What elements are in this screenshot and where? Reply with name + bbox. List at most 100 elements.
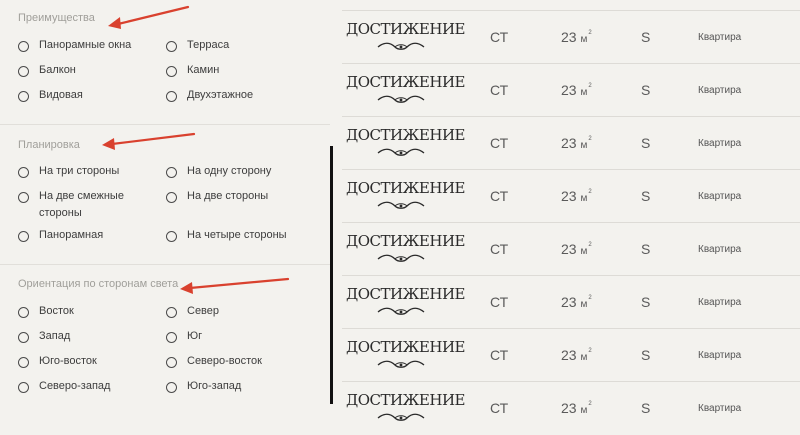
option-panoramic[interactable]: Панорамная (18, 229, 104, 244)
radio-icon[interactable] (166, 167, 177, 178)
option-view[interactable]: Видовая (18, 89, 83, 104)
option-fireplace[interactable]: Камин (166, 64, 220, 79)
radio-icon[interactable] (166, 231, 177, 242)
option-south-west[interactable]: Юго-запад (166, 380, 241, 395)
apartment-area: 23 м2 (561, 347, 592, 363)
listing-row[interactable]: ДОСТИЖЕНИЕ СТ 23 м2 S Квартира (342, 222, 800, 276)
option-two-level[interactable]: Двухэтажное (166, 89, 254, 104)
option-four-sides[interactable]: На четыре стороны (166, 229, 287, 244)
option-two-adjacent-sides[interactable]: На две смежные стороны (18, 190, 143, 222)
option-label: Терраса (187, 39, 230, 51)
option-south-east[interactable]: Юго-восток (18, 355, 97, 370)
option-west[interactable]: Запад (18, 330, 70, 345)
option-terrace[interactable]: Терраса (166, 39, 230, 54)
option-label: Панорамные окна (39, 39, 132, 51)
area-value: 23 (561, 347, 577, 363)
apartment-size-class: S (641, 82, 651, 98)
area-unit-sup: 2 (588, 295, 592, 302)
group-divider (0, 124, 330, 125)
radio-icon[interactable] (166, 332, 177, 343)
developer-logo: ДОСТИЖЕНИЕ (346, 126, 465, 162)
radio-icon[interactable] (18, 332, 29, 343)
listing-row[interactable]: ДОСТИЖЕНИЕ СТ 23 м2 S Квартира (342, 10, 800, 64)
radio-icon[interactable] (166, 192, 177, 203)
area-value: 23 (561, 82, 577, 98)
radio-icon[interactable] (18, 307, 29, 318)
option-label: Панорамная (39, 229, 104, 241)
logo-text: ДОСТИЖЕНИЕ (346, 338, 465, 356)
option-one-side[interactable]: На одну сторону (166, 165, 271, 180)
area-unit: м (580, 34, 588, 45)
logo-text: ДОСТИЖЕНИЕ (346, 126, 465, 144)
group-title-orientation: Ориентация по сторонам света (18, 278, 179, 290)
listing-row[interactable]: ДОСТИЖЕНИЕ СТ 23 м2 S Квартира (342, 381, 800, 435)
radio-icon[interactable] (18, 66, 29, 77)
annotation-arrow-icon (102, 132, 196, 150)
apartment-size-class: S (641, 294, 651, 310)
area-value: 23 (561, 29, 577, 45)
radio-icon[interactable] (18, 192, 29, 203)
apartment-area: 23 м2 (561, 400, 592, 416)
listing-row[interactable]: ДОСТИЖЕНИЕ СТ 23 м2 S Квартира (342, 169, 800, 223)
logo-text: ДОСТИЖЕНИЕ (346, 232, 465, 250)
developer-logo: ДОСТИЖЕНИЕ (346, 285, 465, 321)
group-title-layout: Планировка (18, 139, 80, 151)
radio-icon[interactable] (18, 91, 29, 102)
radio-icon[interactable] (166, 91, 177, 102)
apartment-type: Квартира (698, 138, 742, 149)
ornament-icon (377, 254, 425, 262)
radio-icon[interactable] (166, 357, 177, 368)
developer-logo: ДОСТИЖЕНИЕ (346, 179, 465, 215)
radio-icon[interactable] (18, 231, 29, 242)
developer-logo: ДОСТИЖЕНИЕ (346, 20, 465, 56)
listing-row[interactable]: ДОСТИЖЕНИЕ СТ 23 м2 S Квартира (342, 116, 800, 170)
option-label: Северо-запад (39, 380, 111, 392)
radio-icon[interactable] (18, 357, 29, 368)
radio-icon[interactable] (18, 382, 29, 393)
radio-icon[interactable] (166, 307, 177, 318)
radio-icon[interactable] (166, 66, 177, 77)
apartment-type: Квартира (698, 244, 742, 255)
listing-row[interactable]: ДОСТИЖЕНИЕ СТ 23 м2 S Квартира (342, 328, 800, 382)
area-value: 23 (561, 188, 577, 204)
option-two-sides[interactable]: На две стороны (166, 190, 268, 205)
annotation-arrow-icon (108, 5, 190, 29)
apartment-area: 23 м2 (561, 241, 592, 257)
apartment-code: СТ (490, 347, 509, 363)
ornament-icon (377, 42, 425, 50)
group-title-advantages: Преимущества (18, 12, 95, 24)
developer-logo: ДОСТИЖЕНИЕ (346, 73, 465, 109)
option-north-west[interactable]: Северо-запад (18, 380, 111, 395)
area-unit-sup: 2 (588, 189, 592, 196)
option-north-east[interactable]: Северо-восток (166, 355, 262, 370)
option-south[interactable]: Юг (166, 330, 202, 345)
option-panoramic-windows[interactable]: Панорамные окна (18, 39, 132, 54)
logo-text: ДОСТИЖЕНИЕ (346, 179, 465, 197)
apartment-area: 23 м2 (561, 294, 592, 310)
option-label: Камин (187, 64, 220, 76)
apartment-code: СТ (490, 135, 509, 151)
radio-icon[interactable] (166, 41, 177, 52)
radio-icon[interactable] (18, 167, 29, 178)
apartment-code: СТ (490, 82, 509, 98)
radio-icon[interactable] (18, 41, 29, 52)
group-divider (0, 264, 330, 265)
ornament-icon (377, 307, 425, 315)
logo-text: ДОСТИЖЕНИЕ (346, 73, 465, 91)
option-label: Двухэтажное (187, 89, 254, 101)
listing-row[interactable]: ДОСТИЖЕНИЕ СТ 23 м2 S Квартира (342, 275, 800, 329)
apartment-area: 23 м2 (561, 82, 592, 98)
listing-row[interactable]: ДОСТИЖЕНИЕ СТ 23 м2 S Квартира (342, 63, 800, 117)
option-three-sides[interactable]: На три стороны (18, 165, 119, 180)
option-balcony[interactable]: Балкон (18, 64, 76, 79)
option-label: Восток (39, 305, 74, 317)
area-value: 23 (561, 135, 577, 151)
developer-logo: ДОСТИЖЕНИЕ (346, 391, 465, 427)
logo-text: ДОСТИЖЕНИЕ (346, 391, 465, 409)
apartment-code: СТ (490, 241, 509, 257)
ornament-icon (377, 360, 425, 368)
apartment-size-class: S (641, 29, 651, 45)
radio-icon[interactable] (166, 382, 177, 393)
option-east[interactable]: Восток (18, 305, 74, 320)
option-north[interactable]: Север (166, 305, 219, 320)
